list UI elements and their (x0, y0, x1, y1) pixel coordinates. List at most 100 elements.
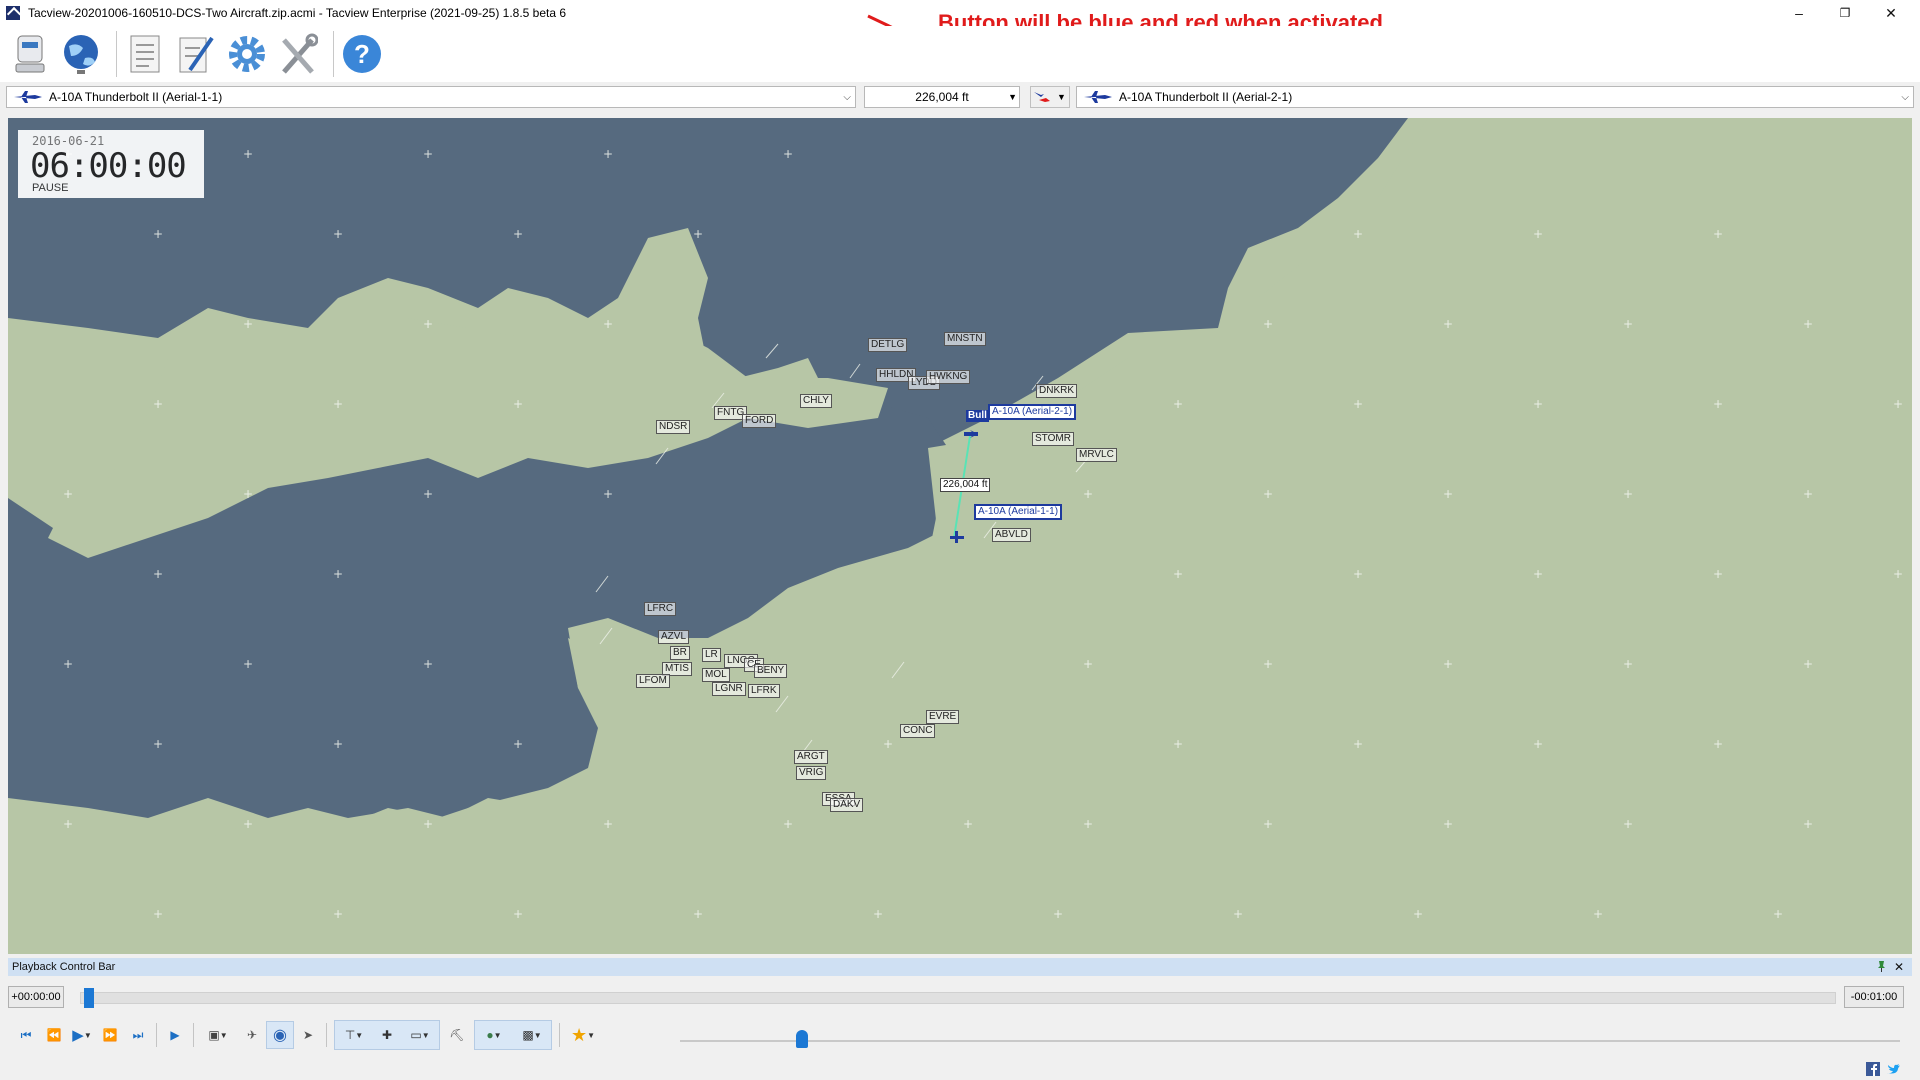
svg-text:+: + (423, 147, 433, 161)
next-frame-button[interactable]: ▶​ (161, 1021, 189, 1049)
ship-filter-button[interactable]: ⛏ (443, 1021, 471, 1049)
controls-separator (326, 1023, 327, 1047)
globe-network-icon (64, 35, 98, 74)
replay-time: 06:00:00 (30, 146, 187, 186)
svg-text:+: + (513, 737, 523, 751)
camera-mode-button[interactable]: ▣ ▼ (198, 1021, 238, 1049)
pin-icon[interactable] (1877, 961, 1886, 972)
airfield-label[interactable]: DETLG (868, 338, 908, 352)
svg-text:+: + (333, 737, 343, 751)
terrain-button[interactable]: ● ▼ (475, 1021, 513, 1049)
svg-text:+: + (1413, 907, 1423, 921)
airfield-label[interactable]: CONC (900, 724, 936, 738)
primary-object-select[interactable]: A-10A Thunderbolt II (Aerial-1-1) ⌵ (6, 86, 856, 108)
ruler-button[interactable]: ✚ (373, 1021, 401, 1049)
chevron-down-icon: ▼ (219, 1030, 228, 1040)
help-button[interactable]: ? (340, 30, 384, 78)
link-objects-button[interactable]: ▼ (1030, 86, 1070, 108)
distance-field[interactable]: 226,004 ft ▼ (864, 86, 1020, 108)
rewind-button[interactable]: ⏪ (40, 1021, 68, 1049)
aircraft-2-label[interactable]: A-10A (Aerial-2-1) (988, 404, 1077, 420)
airfield-label[interactable]: FORD (742, 414, 777, 428)
notes-button[interactable] (174, 30, 218, 78)
altitude-line-button[interactable]: ⊤ ▼ (335, 1021, 373, 1049)
airfield-label[interactable]: BR (670, 646, 690, 660)
svg-text:+: + (153, 397, 163, 411)
close-icon[interactable]: ✕ (1894, 958, 1904, 976)
svg-text:+: + (1773, 907, 1783, 921)
external-view-button[interactable]: ✈ (238, 1021, 266, 1049)
aircraft-icon (14, 91, 42, 103)
controls-separator (193, 1023, 194, 1047)
airfield-label[interactable]: MNSTN (944, 332, 986, 346)
skip-to-start-button[interactable]: ⏮ (12, 1021, 40, 1049)
measure-tools-group: ⊤ ▼ ✚ ▭ ▼ (334, 1020, 440, 1050)
airfield-label[interactable]: LFRC (644, 602, 677, 616)
airfield-label[interactable]: AZVL (658, 630, 690, 644)
airfield-label[interactable]: MOL (702, 668, 730, 682)
label-display-button[interactable]: ▭ ▼ (401, 1021, 439, 1049)
distance-map-label: 226,004 ft (940, 478, 991, 492)
airfield-label[interactable]: EVRE (926, 710, 960, 724)
airfield-label[interactable]: LGNR (712, 682, 746, 696)
skip-to-end-button[interactable]: ⏭ (124, 1021, 152, 1049)
timeline-track[interactable] (80, 992, 1836, 1004)
facebook-icon[interactable] (1866, 1062, 1880, 1076)
restore-button[interactable]: ❐ (1822, 0, 1868, 26)
airfield-label[interactable]: CHLY (800, 394, 832, 408)
svg-text:+: + (1803, 657, 1813, 671)
svg-text:+: + (1173, 567, 1183, 581)
star-icon: ★ (570, 1024, 588, 1045)
map-view[interactable]: + + + + + + + + + + + + + + + + + + + + + + + + + + + + + + + + + + + +… (8, 118, 1912, 954)
recorder-button[interactable] (8, 30, 52, 78)
playback-speed-track[interactable] (680, 1040, 1900, 1042)
timeline-slider-thumb[interactable] (84, 988, 94, 1008)
airfield-label[interactable]: STOMR (1032, 432, 1074, 446)
airfield-label[interactable]: LR (702, 648, 721, 662)
bookmarks-button[interactable]: ★ ▼ (564, 1021, 602, 1049)
secondary-object-select[interactable]: A-10A Thunderbolt II (Aerial-2-1) ⌵ (1076, 86, 1914, 108)
airfield-label[interactable]: LFRK (748, 684, 780, 698)
twitter-icon[interactable] (1886, 1062, 1900, 1076)
chevron-down-icon[interactable]: ▼ (1057, 92, 1066, 102)
svg-text:+: + (1803, 487, 1813, 501)
airfield-label[interactable]: LFOM (636, 674, 670, 688)
minimize-button[interactable]: – (1776, 0, 1822, 26)
airfield-label[interactable]: DAKV (830, 798, 864, 812)
playback-speed-thumb[interactable] (795, 1030, 808, 1048)
airfield-label[interactable]: BENY (754, 664, 788, 678)
airfield-label[interactable]: DNKRK (1036, 384, 1078, 398)
ship-icon: ⛏ (449, 1028, 465, 1042)
svg-text:+: + (1533, 567, 1543, 581)
overlay-button[interactable]: ▩ ▼ (513, 1021, 551, 1049)
play-button[interactable]: ▶ ▼ (68, 1021, 96, 1049)
airfield-label[interactable]: VRIG (796, 766, 827, 780)
cockpit-view-icon: ▣ (208, 1028, 220, 1042)
fast-forward-button[interactable]: ⏩ (96, 1021, 124, 1049)
terrain-globe-icon: ● (486, 1028, 494, 1042)
aircraft-1-label[interactable]: A-10A (Aerial-1-1) (974, 504, 1063, 520)
chevron-down-icon: ▼ (355, 1030, 364, 1040)
settings-button[interactable] (225, 30, 269, 78)
svg-text:+: + (1173, 737, 1183, 751)
globe-view-button[interactable]: ◉ (266, 1021, 294, 1049)
svg-text:+: + (1893, 567, 1903, 581)
online-button[interactable] (59, 30, 103, 78)
chevron-down-icon[interactable]: ▼ (1008, 92, 1017, 102)
jet-icon: ✈ (246, 1028, 258, 1042)
airfield-label[interactable]: ARGT (794, 750, 828, 764)
svg-text:+: + (1233, 907, 1243, 921)
add-ons-button[interactable] (276, 30, 320, 78)
flight-log-button[interactable] (123, 30, 167, 78)
svg-text:+: + (63, 657, 73, 671)
airfield-label[interactable]: HWKNG (926, 370, 971, 384)
chevron-down-icon: ▼ (533, 1030, 542, 1040)
airfield-label[interactable]: MRVLC (1076, 448, 1117, 462)
play-icon: ▶ (72, 1027, 84, 1044)
airfield-label[interactable]: ABVLD (992, 528, 1031, 542)
airfield-label[interactable]: NDSR (656, 420, 691, 434)
svg-text:+: + (1263, 317, 1273, 331)
close-button[interactable]: ✕ (1868, 0, 1914, 26)
svg-text:+: + (1053, 907, 1063, 921)
telescope-view-button[interactable]: ➤ (294, 1021, 322, 1049)
